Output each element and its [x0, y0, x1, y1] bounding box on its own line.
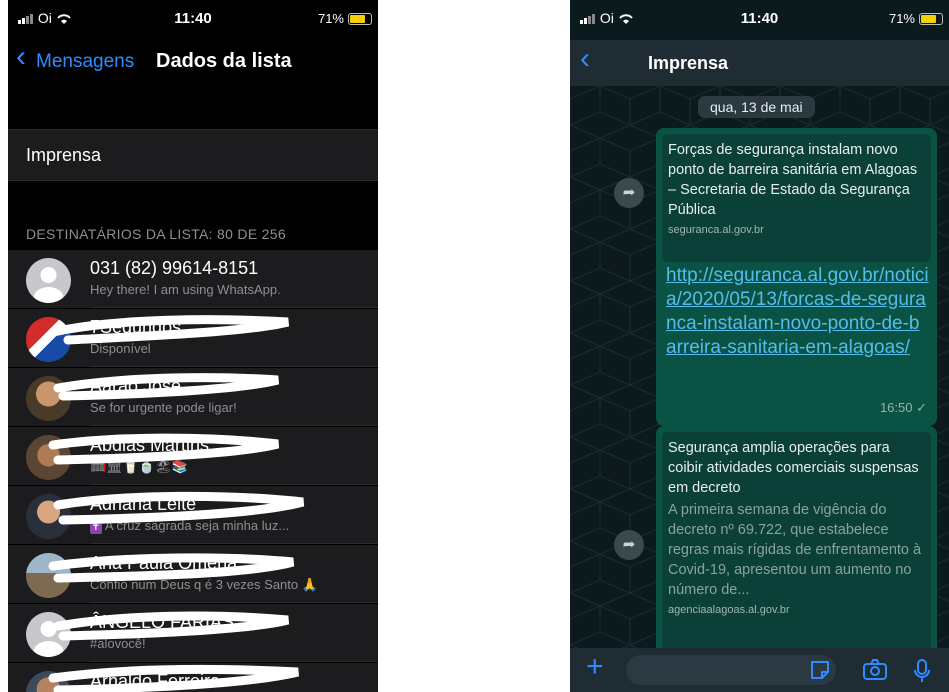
- back-chevron-icon[interactable]: ‹: [580, 44, 590, 74]
- contact-status: Hey there! I am using WhatsApp.: [90, 282, 281, 297]
- contact-status: Confio num Deus q é 3 vezes Santo 🙏: [90, 577, 318, 592]
- status-bar: Oi 11:40 71%: [570, 0, 949, 36]
- message-bubble[interactable]: Segurança amplia operações para coibir a…: [656, 426, 937, 648]
- avatar-placeholder-icon: [26, 612, 71, 657]
- input-bar: +: [570, 648, 949, 692]
- forward-icon[interactable]: ➦: [614, 530, 644, 560]
- chat-area[interactable]: qua, 13 de mai ➦ Forças de segurança ins…: [570, 86, 949, 648]
- avatar: [26, 435, 71, 480]
- preview-domain: seguranca.al.gov.br: [668, 224, 764, 236]
- preview-title: Segurança amplia operações para coibir a…: [668, 440, 919, 496]
- contact-status: #alovocê!: [90, 636, 146, 651]
- message-link[interactable]: http://seguranca.al.gov.br/noticia/2020/…: [666, 264, 929, 360]
- praying-hands-icon: 🙏: [301, 577, 318, 592]
- contact-row[interactable]: Arnaldo Ferreira: [8, 663, 378, 692]
- preview-description: A primeira semana de vigência do decreto…: [668, 502, 922, 598]
- chat-screen: Oi 11:40 71% ‹ Imprensa qua, 13 de mai ➦…: [570, 0, 949, 692]
- chat-header: ‹ Imprensa: [570, 40, 949, 86]
- contact-status: Disponível: [90, 341, 151, 356]
- avatar: [26, 553, 71, 598]
- broadcast-list-info-screen: Oi 11:40 71% ‹ Mensagens Dados da lista …: [8, 0, 378, 692]
- camera-icon[interactable]: [862, 658, 888, 682]
- avatar-placeholder-icon: [26, 258, 71, 303]
- forward-icon[interactable]: ➦: [614, 178, 644, 208]
- link-preview[interactable]: Forças de segurança instalam novo ponto …: [662, 134, 931, 262]
- contact-name: Aarão José: [90, 376, 182, 396]
- back-chevron-icon[interactable]: ‹: [16, 42, 26, 72]
- battery-percent: 71%: [317, 11, 344, 26]
- nav-bar: ‹ Mensagens Dados da lista: [8, 40, 378, 80]
- page-title: Dados da lista: [156, 50, 292, 72]
- recipients-header: DESTINATÁRIOS DA LISTA: 80 DE 256: [26, 226, 286, 242]
- contact-name: 7Segundos: [90, 317, 182, 337]
- avatar: [26, 671, 71, 692]
- mic-icon[interactable]: [912, 658, 932, 684]
- contact-row[interactable]: Adriana Leite ✝ A cruz sagrada seja minh…: [8, 486, 378, 544]
- battery-percent: 71%: [888, 11, 915, 26]
- contact-name: ÂNGELO FARIAS: [90, 612, 235, 632]
- list-name-value: Imprensa: [26, 145, 102, 165]
- link-preview[interactable]: Segurança amplia operações para coibir a…: [662, 432, 931, 648]
- avatar: [26, 376, 71, 421]
- message-input[interactable]: [626, 655, 836, 685]
- sticker-icon[interactable]: [808, 658, 832, 682]
- contact-row[interactable]: ÂNGELO FARIAS #alovocê!: [8, 604, 378, 662]
- status-bar: Oi 11:40 71%: [8, 0, 378, 36]
- contact-name: Adriana Leite: [90, 494, 197, 514]
- cross-emoji-icon: ✝: [90, 522, 102, 534]
- contact-row[interactable]: Ana Paula Omena Confio num Deus q é 3 ve…: [8, 545, 378, 603]
- list-name-field[interactable]: Imprensa: [8, 129, 378, 181]
- preview-title: Forças de segurança instalam novo ponto …: [668, 142, 918, 218]
- preview-domain: agenciaalagoas.al.gov.br: [668, 604, 790, 616]
- contact-row[interactable]: 031 (82) 99614-8151 Hey there! I am usin…: [8, 250, 378, 308]
- chat-title[interactable]: Imprensa: [648, 53, 728, 74]
- contact-name: Ana Paula Omena: [90, 553, 238, 573]
- contact-row[interactable]: Abdias Martins 🥅🏛🥛🍵🏖📚: [8, 427, 378, 485]
- plus-icon[interactable]: +: [586, 652, 604, 682]
- contact-status: ✝ A cruz sagrada seja minha luz...: [90, 518, 290, 534]
- contact-name: Abdias Martins: [90, 435, 210, 455]
- message-time: 16:50 ✓: [879, 400, 927, 415]
- battery-icon: [348, 13, 372, 25]
- avatar: [26, 317, 71, 362]
- back-button[interactable]: Mensagens: [36, 51, 134, 73]
- emoji-status: 🥅🏛🥛🍵🏖📚: [90, 459, 188, 474]
- avatar: [26, 494, 71, 539]
- contact-row[interactable]: Aarão José Se for urgente pode ligar!: [8, 368, 378, 426]
- battery-icon: [919, 13, 943, 25]
- contact-row[interactable]: 7Segundos Disponível: [8, 309, 378, 367]
- contact-name: Arnaldo Ferreira: [90, 671, 221, 691]
- message-bubble[interactable]: Forças de segurança instalam novo ponto …: [656, 128, 937, 426]
- contact-name: 031 (82) 99614-8151: [90, 258, 259, 278]
- contact-status: Se for urgente pode ligar!: [90, 400, 237, 415]
- date-chip: qua, 13 de mai: [698, 96, 815, 118]
